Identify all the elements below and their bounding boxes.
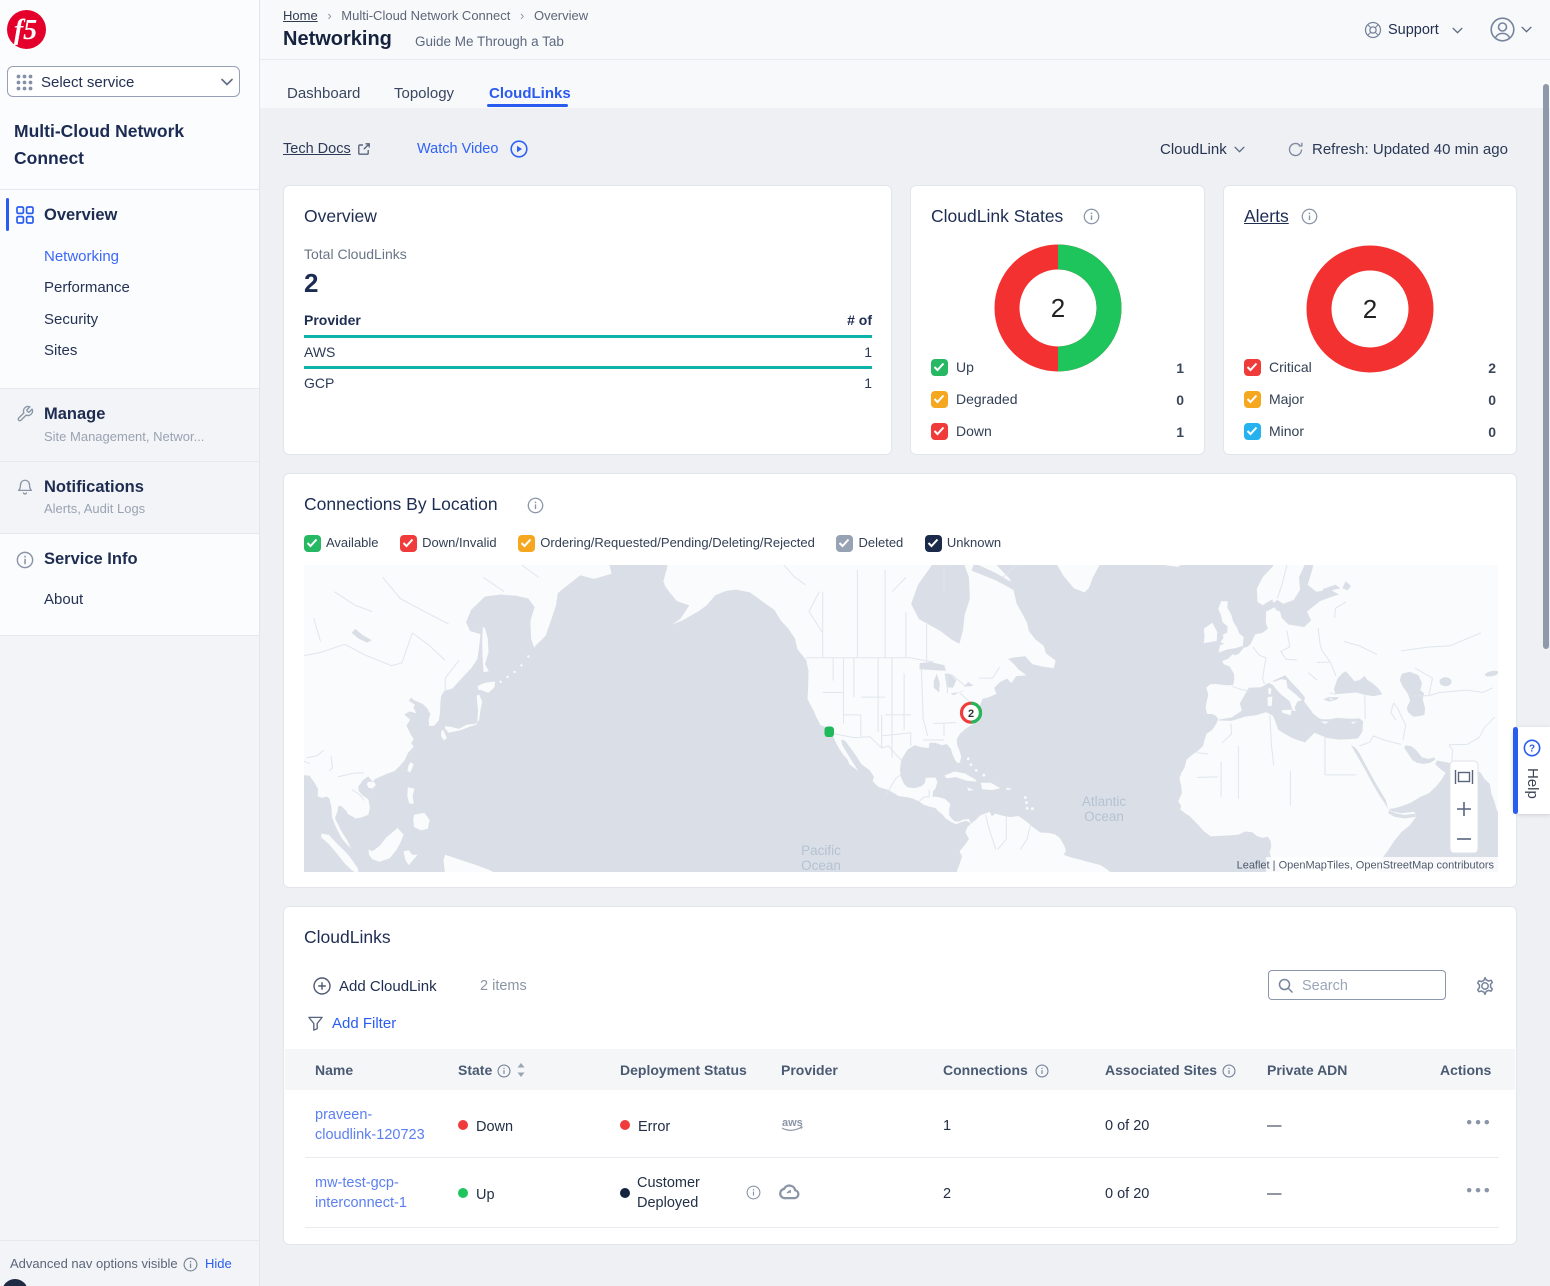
svg-text:aws: aws bbox=[782, 1117, 803, 1129]
svg-text:f5: f5 bbox=[14, 15, 37, 46]
svg-text:Leaflet | OpenMapTiles, OpenSt: Leaflet | OpenMapTiles, OpenStreetMap co… bbox=[1237, 860, 1495, 872]
svg-text:?: ? bbox=[1529, 744, 1535, 755]
svg-text:Ocean: Ocean bbox=[1084, 809, 1124, 824]
svg-text:2: 2 bbox=[1363, 294, 1377, 324]
svg-text:2: 2 bbox=[968, 708, 974, 720]
svg-text:Ocean: Ocean bbox=[801, 858, 841, 872]
svg-text:Pacific: Pacific bbox=[801, 843, 841, 858]
svg-text:2: 2 bbox=[1051, 293, 1065, 323]
svg-text:Atlantic: Atlantic bbox=[1082, 794, 1127, 809]
